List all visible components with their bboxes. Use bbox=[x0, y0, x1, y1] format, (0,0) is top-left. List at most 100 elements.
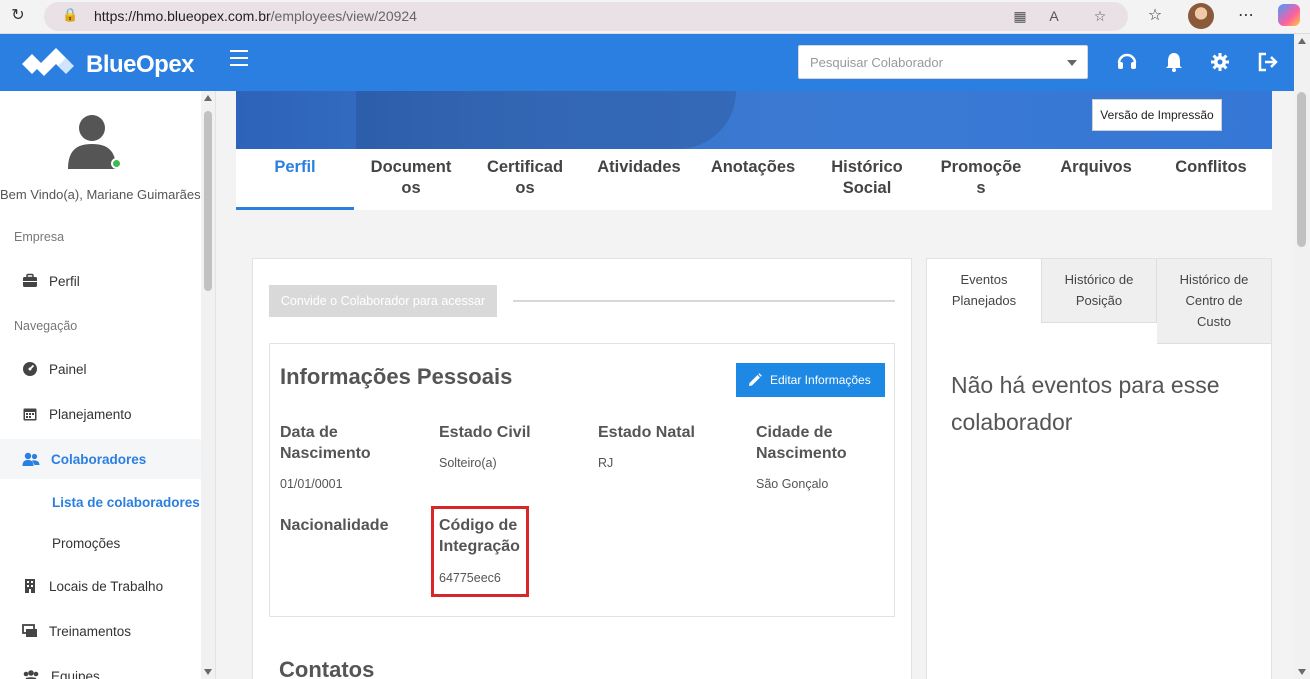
divider bbox=[513, 300, 895, 302]
favorite-star-icon[interactable]: ☆ bbox=[1090, 6, 1110, 26]
tab-label: Arquivos bbox=[1060, 158, 1132, 176]
url-host: https://hmo.blueopex.com.br bbox=[94, 8, 271, 24]
main-content: Versão de Impressão Perfil Document os Ce… bbox=[216, 91, 1294, 679]
sidebar-item-label: Equipes bbox=[51, 668, 100, 679]
sidebar-sub-lista-colaboradores[interactable]: Lista de colaboradores bbox=[52, 495, 200, 510]
employee-search-input[interactable] bbox=[799, 46, 1049, 78]
reload-icon[interactable]: ↻ bbox=[8, 6, 28, 26]
scroll-up-icon[interactable] bbox=[1298, 38, 1306, 44]
url-path: /employees/view/20924 bbox=[270, 8, 417, 24]
civil-status-label: Estado Civil bbox=[439, 424, 531, 441]
tab-arquivos[interactable]: Arquivos bbox=[1038, 149, 1154, 210]
tab-conflitos[interactable]: Conflitos bbox=[1154, 149, 1268, 210]
invite-employee-button[interactable]: Convide o Colaborador para acessar bbox=[269, 285, 497, 317]
sidebar-item-painel[interactable]: Painel bbox=[0, 349, 201, 389]
tab-label: Conflitos bbox=[1175, 158, 1247, 176]
tab-label: Histórico bbox=[831, 158, 903, 176]
edit-info-button[interactable]: Editar Informações bbox=[736, 363, 885, 397]
employee-search-select[interactable] bbox=[798, 45, 1088, 79]
tab-historico-centro-custo[interactable]: Histórico de Centro de Custo bbox=[1157, 259, 1271, 344]
print-version-button[interactable]: Versão de Impressão bbox=[1092, 99, 1222, 131]
address-bar[interactable]: 🔒 https://hmo.blueopex.com.br/employees/… bbox=[44, 2, 1128, 31]
tab-label-line2: Posição bbox=[1075, 293, 1123, 308]
favorites-icon[interactable]: ☆ bbox=[1143, 4, 1167, 28]
dashboard-icon bbox=[23, 362, 37, 376]
blueopex-logo-icon[interactable] bbox=[22, 46, 74, 80]
tab-label-line2: s bbox=[976, 179, 986, 197]
edit-info-label: Editar Informações bbox=[770, 373, 871, 387]
label-line: Cidade de bbox=[756, 424, 833, 441]
logout-icon[interactable] bbox=[1257, 51, 1279, 73]
sidebar-item-equipes[interactable]: Equipes bbox=[0, 656, 201, 679]
sidebar-item-label: Perfil bbox=[49, 273, 80, 289]
copilot-icon[interactable] bbox=[1278, 4, 1300, 26]
sidebar-item-perfil[interactable]: Perfil bbox=[0, 261, 201, 301]
lock-icon: 🔒 bbox=[62, 7, 79, 22]
sidebar-item-planejamento[interactable]: Planejamento bbox=[0, 394, 201, 434]
users-icon bbox=[22, 452, 40, 466]
tab-label: Atividades bbox=[597, 158, 681, 176]
birth-state-value: RJ bbox=[598, 456, 614, 470]
page-scroll-thumb[interactable] bbox=[1297, 92, 1306, 247]
tab-promocoes[interactable]: Promoçõe s bbox=[924, 149, 1038, 210]
tab-atividades[interactable]: Atividades bbox=[582, 149, 696, 210]
profile-card: Convide o Colaborador para acessar Infor… bbox=[252, 258, 912, 679]
scroll-down-icon[interactable] bbox=[1298, 669, 1306, 675]
tab-label: Perfil bbox=[274, 158, 316, 176]
sidebar-item-treinamentos[interactable]: Treinamentos bbox=[0, 611, 201, 651]
birth-date-value: 01/01/0001 bbox=[280, 477, 343, 491]
sidebar-item-colaboradores[interactable]: Colaboradores bbox=[0, 439, 201, 479]
sidebar-scroll-up-icon[interactable] bbox=[204, 95, 212, 101]
sidebar-scroll-thumb[interactable] bbox=[204, 111, 212, 291]
headset-icon[interactable] bbox=[1116, 51, 1138, 73]
sidebar-sub-promocoes[interactable]: Promoções bbox=[52, 536, 120, 551]
nationality-label: Nacionalidade bbox=[280, 517, 389, 534]
tab-label: Promoçõe bbox=[940, 158, 1022, 176]
grid-icon[interactable]: ▦ bbox=[1010, 6, 1030, 26]
personal-info-title: Informações Pessoais bbox=[280, 364, 513, 389]
sidebar-item-label: Planejamento bbox=[49, 406, 132, 422]
highlight-box bbox=[431, 506, 529, 597]
tab-label: Document bbox=[370, 158, 452, 176]
personal-info-panel: Informações Pessoais Editar Informações … bbox=[269, 343, 895, 617]
logo-text[interactable]: BlueOpex bbox=[86, 51, 195, 79]
welcome-text: Bem Vindo(a), Mariane Guimarães bbox=[0, 187, 201, 202]
contacts-title: Contatos bbox=[279, 657, 375, 679]
tab-label-line2: os bbox=[401, 179, 421, 197]
chevron-down-icon[interactable] bbox=[1067, 60, 1077, 66]
tab-historico-social[interactable]: Histórico Social bbox=[810, 149, 924, 210]
more-menu-icon[interactable]: ⋯ bbox=[1234, 4, 1258, 28]
sidebar-scroll-down-icon[interactable] bbox=[204, 669, 212, 675]
tab-label: Anotações bbox=[710, 158, 796, 176]
tab-anotacoes[interactable]: Anotações bbox=[696, 149, 810, 210]
tab-perfil[interactable]: Perfil bbox=[236, 149, 354, 210]
birth-city-value: São Gonçalo bbox=[756, 477, 829, 491]
profile-banner: Versão de Impressão bbox=[236, 91, 1272, 149]
notification-bell-icon[interactable] bbox=[1163, 51, 1185, 73]
menu-toggle-icon[interactable] bbox=[230, 50, 248, 70]
tab-historico-posicao[interactable]: Histórico de Posição bbox=[1042, 259, 1157, 323]
read-aloud-icon[interactable]: A bbox=[1044, 6, 1064, 26]
online-status-dot bbox=[111, 158, 122, 169]
page-scrollbar[interactable] bbox=[1294, 34, 1310, 679]
sidebar-scrollbar[interactable] bbox=[201, 91, 215, 679]
briefcase-icon bbox=[23, 273, 37, 287]
tab-eventos-planejados[interactable]: Eventos Planejados bbox=[927, 259, 1042, 323]
team-icon bbox=[23, 670, 39, 679]
browser-toolbar: ↻ 🔒 https://hmo.blueopex.com.br/employee… bbox=[0, 0, 1310, 34]
message-line: Não há eventos para esse bbox=[951, 372, 1220, 398]
tab-label: Eventos bbox=[960, 272, 1008, 287]
pencil-icon bbox=[749, 373, 762, 386]
browser-profile-avatar[interactable] bbox=[1188, 3, 1214, 29]
section-empresa: Empresa bbox=[14, 230, 65, 244]
tab-certificados[interactable]: Certificad os bbox=[468, 149, 582, 210]
label-line: Nascimento bbox=[756, 445, 847, 462]
settings-gear-icon[interactable] bbox=[1209, 51, 1231, 73]
sidebar-item-locais-trabalho[interactable]: Locais de Trabalho bbox=[0, 566, 201, 606]
sidebar-item-label: Treinamentos bbox=[49, 623, 132, 639]
tab-documentos[interactable]: Document os bbox=[354, 149, 468, 210]
building-icon bbox=[25, 579, 35, 593]
section-navegacao: Navegação bbox=[14, 319, 78, 333]
sidebar: Bem Vindo(a), Mariane Guimarães Empresa … bbox=[0, 91, 216, 679]
message-line: colaborador bbox=[951, 409, 1073, 435]
